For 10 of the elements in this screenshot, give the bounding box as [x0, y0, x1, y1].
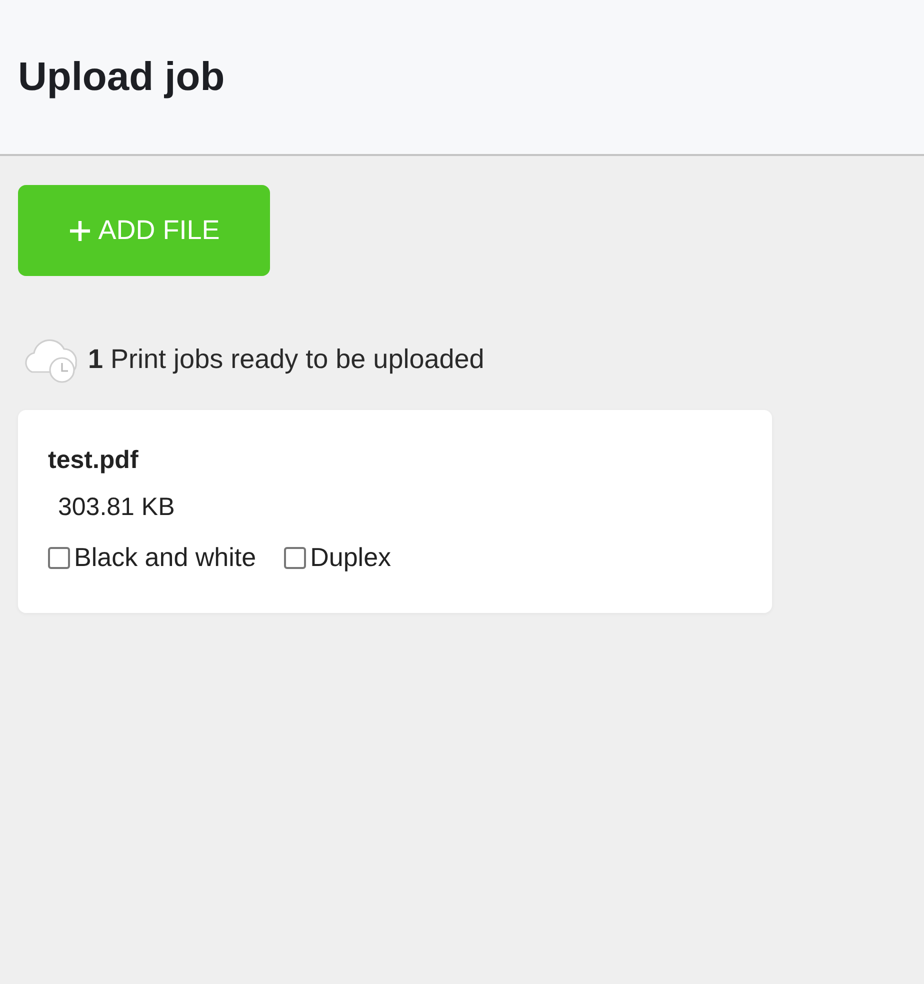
add-file-button[interactable]: ADD FILE [18, 185, 270, 276]
plus-icon [68, 218, 92, 242]
checkbox[interactable] [48, 546, 70, 568]
status-text: 1 Print jobs ready to be uploaded [88, 344, 484, 374]
file-name: test.pdf [48, 446, 140, 475]
checkbox-label: Black and white [74, 542, 256, 573]
file-size: 303.81 KB [58, 493, 176, 522]
checkbox-label: Duplex [310, 542, 392, 573]
page-title: Upload job [18, 54, 225, 100]
checkbox[interactable] [284, 546, 306, 568]
